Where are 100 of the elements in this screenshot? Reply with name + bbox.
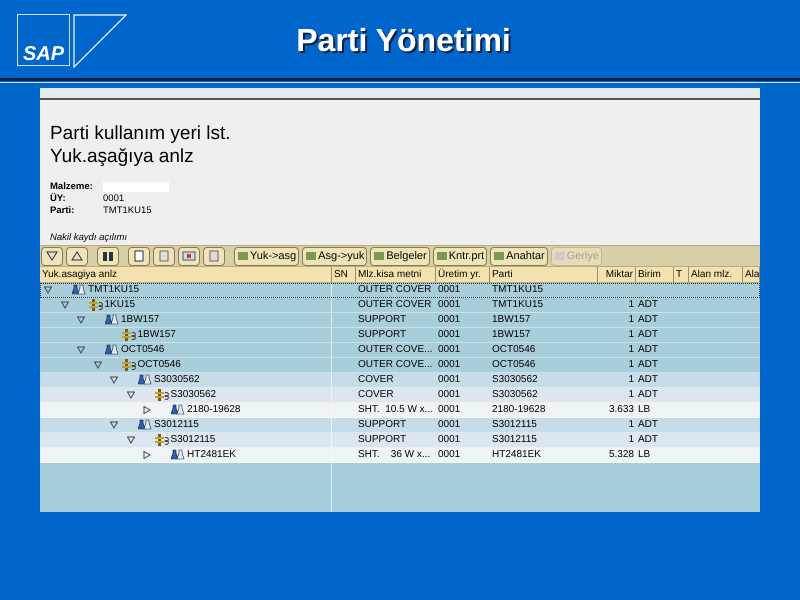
table-cell: 1	[628, 343, 634, 358]
table-cell: 1	[628, 298, 634, 312]
field-label: Parti:	[50, 205, 76, 217]
tree-row[interactable]: S3030562 COVER 0001 S3030562 1 ADT	[40, 373, 760, 388]
tree-row[interactable]: OCT0546 OUTER COVE... 0001 OCT0546 1 ADT	[40, 358, 760, 374]
toolbar-button[interactable]: Anahtar	[490, 246, 548, 266]
table-cell-text: SHT. 36 W x...	[357, 448, 432, 462]
toolbar-button[interactable]: Kntr.prt	[432, 246, 488, 266]
tree-row[interactable]: S3030562 COVER 0001 S3030562 1 ADT	[40, 388, 760, 404]
tree-row[interactable]: S3012115 SUPPORT 0001 S3012115 1 ADT	[40, 433, 760, 448]
toolbar-icon	[305, 250, 318, 262]
flasks-icon	[72, 284, 86, 296]
expanded-icon[interactable]	[77, 346, 85, 354]
table-cell: ADT	[638, 374, 658, 386]
collapsed-icon[interactable]	[143, 406, 151, 414]
tree-row[interactable]: 1BW157 SUPPORT 0001 1BW157 1 ADT	[40, 328, 760, 344]
column-header[interactable]: Birim	[636, 267, 674, 282]
table-cell: ADT	[638, 314, 658, 326]
expand-icon[interactable]	[41, 246, 63, 266]
expanded-icon[interactable]	[60, 301, 68, 310]
table-cell: ADT	[638, 434, 658, 446]
table-cell-text: SUPPORT	[357, 328, 408, 342]
table-cell-text: OUTER COVE...	[357, 358, 434, 372]
tree-row[interactable]: 2180-19628 SHT. 10.5 W x... 0001 2180-19628 3.633 LB	[40, 403, 760, 418]
column-header[interactable]: Yuk.asagiya anlz	[40, 267, 332, 282]
flasks-icon	[171, 449, 185, 462]
screen-heading: Parti kullanım yeri lst.	[50, 122, 232, 145]
field-label: Malzeme:	[50, 181, 94, 192]
expanded-icon[interactable]	[126, 391, 134, 400]
table-cell-text: S3030562	[491, 388, 539, 402]
table-cell-text: OCT0546	[491, 343, 536, 358]
expanded-icon[interactable]	[77, 316, 85, 324]
tree-row[interactable]: 1KU15 OUTER COVER 0001 TMT1KU15 1 ADT	[40, 298, 760, 314]
table-cell-text: COVER	[357, 373, 395, 388]
flasks-icon	[138, 419, 152, 432]
column-header[interactable]: T	[674, 267, 689, 282]
tree-row[interactable]: OCT0546 OUTER COVE... 0001 OCT0546 1 ADT	[40, 343, 760, 358]
toolbar-button[interactable]: Asg->yuk	[302, 246, 368, 266]
table-cell-text: 0001	[437, 283, 462, 298]
node-label: 1KU15	[104, 298, 136, 312]
logo-text: SAP	[22, 44, 64, 64]
expanded-icon[interactable]	[110, 421, 118, 430]
table-cell: 1	[628, 418, 634, 432]
table-cell-text: TMT1KU15	[491, 298, 544, 312]
node-label: 1BW157	[136, 328, 176, 342]
toolbar-icon	[493, 250, 506, 262]
node-label: OCT0546	[136, 358, 181, 372]
field-label: ÜY:	[50, 193, 67, 205]
flasks-icon	[105, 314, 119, 326]
collapsed-icon[interactable]	[143, 451, 151, 460]
expanded-icon[interactable]	[94, 361, 102, 370]
table-cell: ADT	[638, 359, 658, 370]
tree-row[interactable]: S3012115 SUPPORT 0001 S3012115 1 ADT	[40, 418, 760, 434]
table-cell-text: OUTER COVE...	[357, 343, 434, 358]
table-cell-text: S3012115	[491, 418, 538, 432]
table-cell: ADT	[638, 329, 658, 340]
table-cell-text: S3012115	[491, 433, 538, 448]
expanded-icon[interactable]	[110, 376, 118, 384]
collapse-icon[interactable]	[66, 246, 88, 266]
node-label: HT2481EK	[186, 448, 236, 462]
expanded-icon[interactable]	[126, 436, 134, 444]
node-label: TMT1KU15	[87, 283, 140, 298]
table-cell-text: 0001	[437, 313, 462, 328]
tree-row[interactable]: 1BW157 SUPPORT 0001 1BW157 1 ADT	[40, 313, 760, 328]
toolbar-button[interactable]: Belgeler	[370, 246, 430, 266]
table-cell-text: 0001	[437, 403, 462, 418]
tree-row[interactable]: TMT1KU15 OUTER COVER 0001 TMT1KU15	[40, 283, 760, 298]
table-cell-text: SUPPORT	[357, 418, 408, 432]
table-cell-text: 0001	[437, 328, 462, 342]
table-cell: LB	[638, 404, 650, 416]
table-cell: 1	[628, 328, 634, 342]
table-cell-text: SHT. 10.5 W x...	[357, 403, 434, 418]
tree-row[interactable]: HT2481EK SHT. 36 W x... 0001 HT2481EK 5.328 LB	[40, 448, 760, 464]
table-cell-text: 0001	[437, 418, 462, 432]
column-header[interactable]: Alan mlz.	[689, 267, 743, 282]
table-cell-text: COVER	[357, 388, 395, 402]
table-cell-text: 0001	[437, 433, 462, 448]
toolbar-button[interactable]: Yuk->asg	[234, 246, 300, 266]
flasks-icon	[105, 344, 119, 356]
table-cell: ADT	[638, 419, 658, 430]
table-cell-text: 1BW157	[491, 328, 532, 342]
column-header[interactable]: Parti	[490, 267, 598, 282]
print-icon[interactable]	[128, 246, 150, 266]
table-cell-text: 2180-19628	[491, 403, 546, 418]
order-icon	[154, 434, 168, 446]
column-header[interactable]: SN	[332, 267, 356, 282]
table-cell: ADT	[638, 389, 658, 400]
layout-icon[interactable]	[178, 246, 200, 266]
document-icon[interactable]	[153, 246, 175, 266]
document-icon[interactable]	[203, 246, 225, 266]
node-label: 1BW157	[120, 313, 160, 328]
flasks-icon	[138, 374, 152, 386]
column-header[interactable]: Miktar	[598, 267, 636, 282]
order-icon	[122, 359, 136, 372]
expanded-icon[interactable]	[44, 286, 52, 294]
table-cell-text: HT2481EK	[491, 448, 542, 462]
table-cell-text: 0001	[437, 298, 462, 312]
node-label: S3030562	[170, 388, 216, 402]
column-header[interactable]: Üretim yr.	[436, 267, 490, 282]
column-header[interactable]: Mlz.kisa metni	[356, 267, 436, 282]
